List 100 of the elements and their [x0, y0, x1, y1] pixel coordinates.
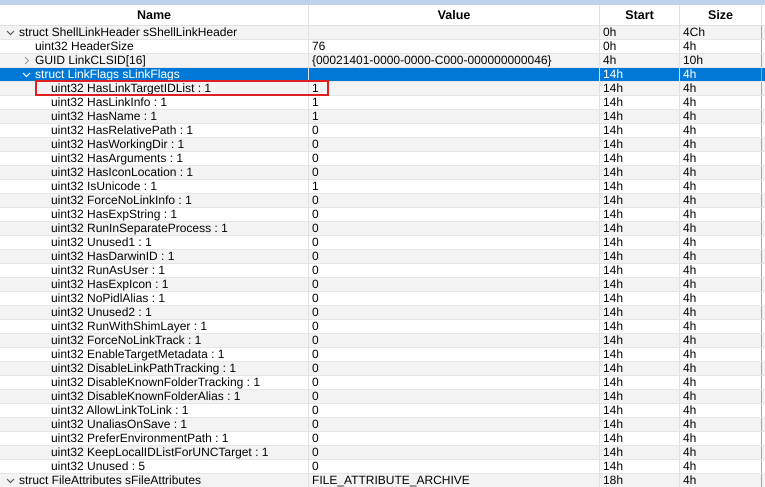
- variable-value: 0: [312, 347, 319, 361]
- tree-row[interactable]: uint32 HasExpString : 1 0 14h 4h: [0, 208, 765, 222]
- variable-name: uint32 ForceNoLinkTrack : 1: [51, 334, 202, 347]
- tree-row[interactable]: uint32 RunWithShimLayer : 1 0 14h 4h: [0, 320, 765, 334]
- variable-name: uint32 NoPidlAlias : 1: [51, 292, 166, 305]
- variable-name: struct ShellLinkHeader sShellLinkHeader: [19, 26, 238, 39]
- size-value: 10h: [683, 53, 704, 67]
- tree-row[interactable]: uint32 Unused1 : 1 0 14h 4h: [0, 236, 765, 250]
- variable-value: 0: [312, 165, 319, 179]
- variable-name: uint32 HasExpString : 1: [51, 208, 178, 221]
- variable-value: 0: [312, 431, 319, 445]
- size-value: 4h: [683, 39, 696, 53]
- size-value: 4h: [683, 277, 696, 291]
- size-value: 4h: [683, 235, 696, 249]
- chevron-down-icon[interactable]: [6, 28, 15, 37]
- variable-name: uint32 PreferEnvironmentPath : 1: [51, 432, 228, 445]
- variable-value: 0: [312, 305, 319, 319]
- variable-name: uint32 HasLinkInfo : 1: [51, 96, 168, 109]
- start-offset: 14h: [603, 221, 624, 235]
- tree-row[interactable]: uint32 DisableLinkPathTracking : 1 0 14h 4h: [0, 362, 765, 376]
- variable-name: GUID LinkCLSID[16]: [35, 54, 146, 67]
- start-offset: 14h: [603, 403, 624, 417]
- tree-row[interactable]: uint32 AllowLinkToLink : 1 0 14h 4h: [0, 404, 765, 418]
- variable-name: uint32 HasName : 1: [51, 110, 158, 123]
- variable-name: uint32 KeepLocalIDListForUNCTarget : 1: [51, 446, 268, 459]
- tree-row[interactable]: uint32 IsUnicode : 1 1 14h 4h: [0, 180, 765, 194]
- tree-row[interactable]: GUID LinkCLSID[16] {00021401-0000-0000-C000-000000000046} 4h 10h: [0, 54, 765, 68]
- size-value: 4h: [683, 207, 696, 221]
- variable-value: 76: [312, 39, 326, 53]
- variable-name: uint32 HeaderSize: [35, 40, 134, 53]
- start-offset: 14h: [603, 333, 624, 347]
- size-value: 4h: [683, 375, 696, 389]
- size-value: 4h: [683, 123, 696, 137]
- size-value: 4h: [683, 361, 696, 375]
- tree-row[interactable]: struct FileAttributes sFileAttributes FILE_ATTRIBUTE_ARCHIVE 18h 4h: [0, 474, 765, 487]
- start-offset: 14h: [603, 151, 624, 165]
- variable-name: uint32 Unused1 : 1: [51, 236, 152, 249]
- size-value: 4h: [683, 291, 696, 305]
- variable-value: 1: [312, 109, 319, 123]
- size-value: 4h: [683, 403, 696, 417]
- variable-name: uint32 HasExpIcon : 1: [51, 278, 168, 291]
- size-value: 4h: [683, 249, 696, 263]
- tree-row[interactable]: uint32 HasName : 1 1 14h 4h: [0, 110, 765, 124]
- tree-row[interactable]: uint32 HasLinkTargetIDList : 1 1 14h 4h: [0, 82, 765, 96]
- tree-row[interactable]: uint32 HasExpIcon : 1 0 14h 4h: [0, 278, 765, 292]
- tree-row[interactable]: struct LinkFlags sLinkFlags 14h 4h: [0, 68, 765, 82]
- column-header[interactable]: Start: [600, 5, 680, 25]
- variable-name: uint32 HasIconLocation : 1: [51, 166, 194, 179]
- chevron-down-icon[interactable]: [22, 70, 31, 79]
- tree-row[interactable]: uint32 NoPidlAlias : 1 0 14h 4h: [0, 292, 765, 306]
- tree-row[interactable]: uint32 HeaderSize 76 0h 4h: [0, 40, 765, 54]
- variable-value: FILE_ATTRIBUTE_ARCHIVE: [312, 473, 470, 487]
- column-header[interactable]: Name: [0, 5, 309, 25]
- variable-value: 0: [312, 137, 319, 151]
- tree-row[interactable]: uint32 HasIconLocation : 1 0 14h 4h: [0, 166, 765, 180]
- tree-row[interactable]: uint32 DisableKnownFolderAlias : 1 0 14h 4h: [0, 390, 765, 404]
- tree-row[interactable]: uint32 RunAsUser : 1 0 14h 4h: [0, 264, 765, 278]
- tree-row[interactable]: uint32 UnaliasOnSave : 1 0 14h 4h: [0, 418, 765, 432]
- tree-row[interactable]: uint32 DisableKnownFolderTracking : 1 0 14h 4h: [0, 376, 765, 390]
- start-offset: 18h: [603, 473, 624, 487]
- variable-value: 1: [312, 95, 319, 109]
- tree-row[interactable]: uint32 KeepLocalIDListForUNCTarget : 1 0 14h 4h: [0, 446, 765, 460]
- tree-row[interactable]: uint32 ForceNoLinkTrack : 1 0 14h 4h: [0, 334, 765, 348]
- start-offset: 14h: [603, 123, 624, 137]
- start-offset: 14h: [603, 67, 624, 81]
- tree-row[interactable]: uint32 HasDarwinID : 1 0 14h 4h: [0, 250, 765, 264]
- start-offset: 14h: [603, 291, 624, 305]
- variable-value: 0: [312, 235, 319, 249]
- tree-row[interactable]: uint32 ForceNoLinkInfo : 1 0 14h 4h: [0, 194, 765, 208]
- column-header[interactable]: Size: [680, 5, 762, 25]
- start-offset: 14h: [603, 347, 624, 361]
- start-offset: 14h: [603, 235, 624, 249]
- start-offset: 14h: [603, 459, 624, 473]
- variable-value: 0: [312, 123, 319, 137]
- variable-value: 0: [312, 445, 319, 459]
- tree-row[interactable]: uint32 Unused : 5 0 14h 4h: [0, 460, 765, 474]
- tree-row[interactable]: uint32 HasRelativePath : 1 0 14h 4h: [0, 124, 765, 138]
- tree-row[interactable]: uint32 EnableTargetMetadata : 1 0 14h 4h: [0, 348, 765, 362]
- column-header[interactable]: Value: [309, 5, 600, 25]
- chevron-down-icon[interactable]: [6, 476, 15, 485]
- size-value: 4h: [683, 333, 696, 347]
- tree-row[interactable]: uint32 HasLinkInfo : 1 1 14h 4h: [0, 96, 765, 110]
- variable-name: uint32 EnableTargetMetadata : 1: [51, 348, 224, 361]
- variable-value: 0: [312, 277, 319, 291]
- tree-row[interactable]: uint32 HasArguments : 1 0 14h 4h: [0, 152, 765, 166]
- tree-row[interactable]: uint32 HasWorkingDir : 1 0 14h 4h: [0, 138, 765, 152]
- variable-value: 0: [312, 263, 319, 277]
- size-value: 4h: [683, 151, 696, 165]
- variable-value: 0: [312, 319, 319, 333]
- start-offset: 14h: [603, 109, 624, 123]
- tree-row[interactable]: struct ShellLinkHeader sShellLinkHeader 0h 4Ch: [0, 26, 765, 40]
- tree-row[interactable]: uint32 Unused2 : 1 0 14h 4h: [0, 306, 765, 320]
- variable-value: 0: [312, 403, 319, 417]
- start-offset: 0h: [603, 39, 616, 53]
- tree-row[interactable]: uint32 PreferEnvironmentPath : 1 0 14h 4h: [0, 432, 765, 446]
- start-offset: 14h: [603, 81, 624, 95]
- variable-name: uint32 RunAsUser : 1: [51, 264, 166, 277]
- tree-row[interactable]: uint32 RunInSeparateProcess : 1 0 14h 4h: [0, 222, 765, 236]
- size-value: 4h: [683, 347, 696, 361]
- chevron-right-icon[interactable]: [22, 56, 31, 65]
